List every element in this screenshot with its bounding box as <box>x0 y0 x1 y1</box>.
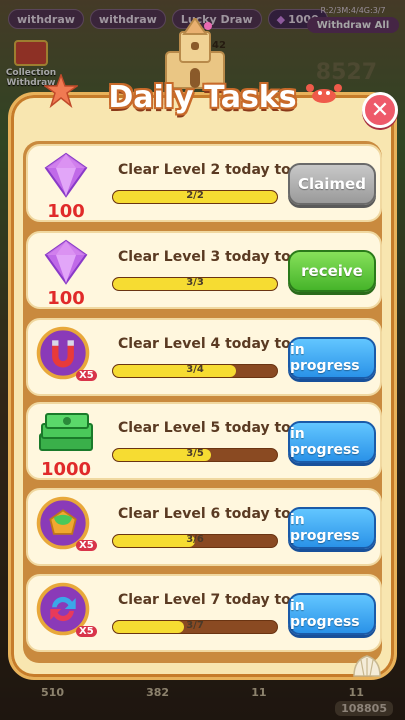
reward-multiplier: X5 <box>76 540 97 551</box>
reward-amount: 100 <box>47 288 85 309</box>
reward-slot: 1000 <box>34 408 98 480</box>
close-button[interactable]: ✕ <box>362 92 398 128</box>
task-description: Clear Level 6 today to <box>118 506 291 522</box>
progress-label: 2/2 <box>186 190 204 201</box>
reward-slot: X5 <box>34 494 98 564</box>
task-description: Clear Level 4 today to <box>118 336 291 352</box>
progress-bar: 3/4 <box>112 364 278 378</box>
task-description: Clear Level 5 today to <box>118 420 291 436</box>
receive-button[interactable]: receive <box>288 250 376 292</box>
task-row: 1000 Clear Level 5 today to 3/5 in progr… <box>26 402 382 480</box>
progress-label: 3/6 <box>186 534 204 545</box>
reward-multiplier: X5 <box>76 626 97 637</box>
task-row: 100 Clear Level 3 today to 3/3 receive <box>26 231 382 309</box>
task-row: X5 Clear Level 6 today to 3/6 in progres… <box>26 488 382 566</box>
progress-bar: 2/2 <box>112 190 278 204</box>
in-progress-button[interactable]: in progress <box>288 421 376 463</box>
close-icon: ✕ <box>370 97 390 123</box>
purple-gem-icon <box>44 239 88 285</box>
in-progress-button[interactable]: in progress <box>288 507 376 549</box>
task-row: X5 Clear Level 4 today to 3/4 in progres… <box>26 318 382 396</box>
seashell-icon <box>353 655 381 677</box>
progress-label: 3/3 <box>186 277 204 288</box>
progress-label: 3/4 <box>186 364 204 375</box>
task-row: 100 Clear Level 2 today to 2/2 Claimed <box>26 144 382 222</box>
task-description: Clear Level 7 today to <box>118 592 291 608</box>
reward-amount: 100 <box>47 201 85 222</box>
progress-bar: 3/3 <box>112 277 278 291</box>
claimed-button[interactable]: Claimed <box>288 163 376 205</box>
reward-slot: X5 <box>34 324 98 394</box>
task-row: X5 Clear Level 7 today to 3/7 in progres… <box>26 574 382 652</box>
reward-slot: X5 <box>34 580 98 650</box>
reward-slot: 100 <box>34 237 98 309</box>
progress-label: 3/7 <box>186 620 204 631</box>
progress-bar: 3/5 <box>112 448 278 462</box>
cash-stack-icon <box>39 413 93 451</box>
progress-bar: 3/6 <box>112 534 278 548</box>
in-progress-button[interactable]: in progress <box>288 593 376 635</box>
reward-multiplier: X5 <box>76 370 97 381</box>
task-description: Clear Level 3 today to <box>118 249 291 265</box>
task-description: Clear Level 2 today to <box>118 162 291 178</box>
reward-amount: 1000 <box>40 459 92 480</box>
dialog-title: Daily Tasks <box>108 80 297 115</box>
reward-slot: 100 <box>34 150 98 222</box>
in-progress-button[interactable]: in progress <box>288 337 376 379</box>
progress-label: 3/5 <box>186 448 204 459</box>
purple-gem-icon <box>44 152 88 198</box>
progress-bar: 3/7 <box>112 620 278 634</box>
